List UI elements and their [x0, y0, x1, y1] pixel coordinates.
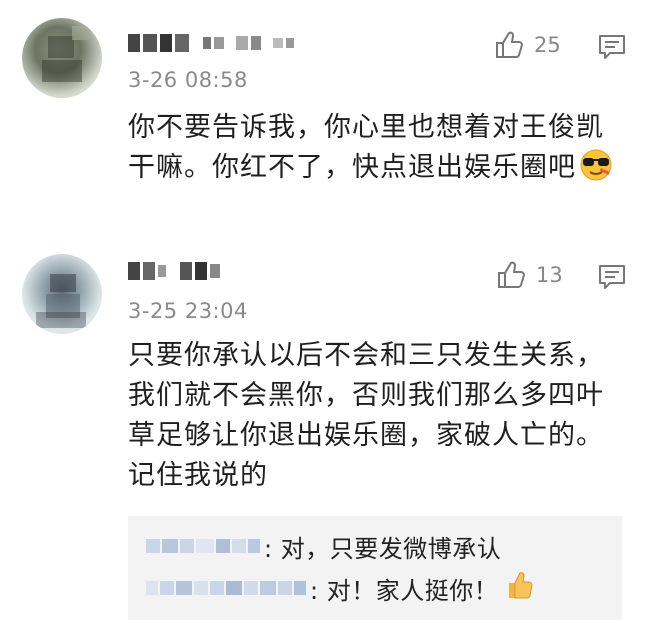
comment-icon: [599, 265, 625, 289]
comment-text: 你不要告诉我，你心里也想着对王俊凯干嘛。你红不了，快点退出娱乐圈吧: [128, 108, 628, 194]
avatar[interactable]: [22, 254, 102, 334]
like-button[interactable]: 13: [496, 260, 563, 290]
like-button[interactable]: 25: [494, 30, 561, 60]
reply-item[interactable]: : 对！家人挺你！: [146, 568, 534, 608]
avatar[interactable]: [22, 18, 102, 98]
username-pixelated[interactable]: [128, 258, 223, 284]
like-count: 25: [534, 33, 561, 57]
comment-icon: [599, 35, 625, 59]
username-pixelated[interactable]: [128, 30, 297, 56]
sunglasses-emoji: [578, 148, 614, 194]
thumbs-up-emoji: [506, 570, 534, 606]
reply-username-pixelated[interactable]: [146, 539, 262, 553]
comment-time: 3-26 08:58: [128, 68, 248, 92]
thumbs-up-icon: [496, 31, 523, 58]
comment-time: 3-25 23:04: [128, 299, 248, 323]
reply-item[interactable]: : 对，只要发微博承认: [146, 526, 501, 566]
like-count: 13: [536, 263, 563, 287]
comment-text-content: 你不要告诉我，你心里也想着对王俊凯干嘛。你红不了，快点退出娱乐圈吧: [128, 112, 604, 183]
comment-item: 3-26 08:58 25 你不要告诉我，你心里也想着对王俊凯干嘛。你红不了，快…: [0, 0, 648, 240]
reply-button[interactable]: [598, 264, 626, 294]
comment-text: 只要你承认以后不会和三只发生关系，我们就不会黑你，否则我们那么多四叶草足够让你退…: [128, 340, 604, 491]
reply-button[interactable]: [598, 34, 626, 64]
reply-text: : 对！家人挺你！: [310, 576, 499, 605]
reply-list[interactable]: : 对，只要发微博承认 : 对！家人挺你！: [128, 516, 622, 620]
reply-username-pixelated[interactable]: [146, 581, 308, 595]
reply-text: : 对，只要发微博承认: [264, 534, 502, 563]
thumbs-up-icon: [498, 261, 525, 288]
comment-item: 3-25 23:04 13 只要你承认以后不会和三只发生关系，我们就不会黑你，否…: [0, 240, 648, 620]
